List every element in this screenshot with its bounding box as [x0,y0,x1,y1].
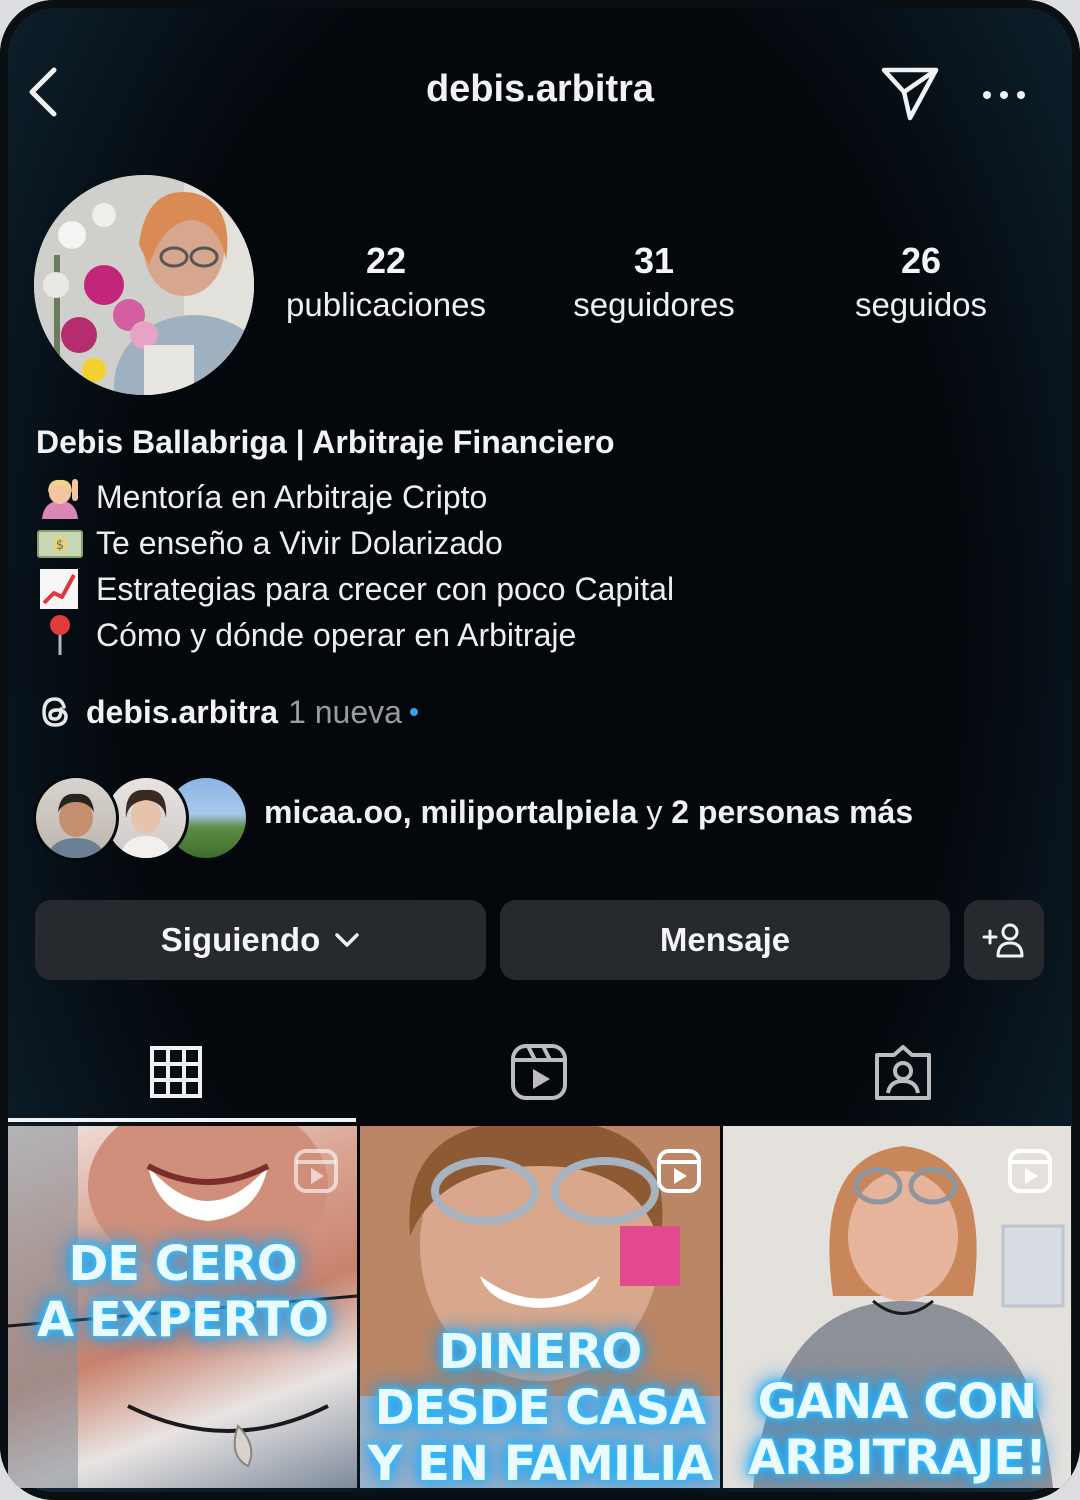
bio-line: Estrategias para crecer con poco Capital [36,566,674,612]
reels-icon [511,1044,567,1100]
profile-screen: debis.arbitra 22 publicaciones 31 seguid… [0,0,1080,1500]
post-caption: GANA CON ARBITRAJE! [723,1374,1071,1486]
ellipsis-icon [983,91,1025,99]
caption-line: DINERO [438,1324,642,1380]
tab-posts-grid[interactable] [116,1030,236,1114]
full-name: Debis Ballabriga | Arbitraje Financiero [36,424,615,460]
stat-posts[interactable]: 22 publicaciones [256,238,516,326]
bio-text: Te enseño a Vivir Dolarizado [96,524,503,561]
send-message-button[interactable] [880,64,942,124]
follower-avatar[interactable] [33,775,119,861]
post-thumbnail[interactable]: GANA CON ARBITRAJE! [723,1126,1071,1488]
reel-badge-icon [657,1149,701,1193]
message-button[interactable]: Mensaje [500,900,950,980]
post-thumbnail[interactable]: DE CERO A EXPERTO [8,1126,357,1488]
followed-by-connector: y [646,794,663,830]
message-label: Mensaje [659,921,791,958]
threads-new-count: 1 nueva [288,693,402,730]
tab-reels[interactable] [479,1030,599,1114]
new-indicator-dot [409,708,418,716]
threads-handle: debis.arbitra [86,693,279,730]
bio-text: Cómo y dónde operar en Arbitraje [96,616,577,653]
caption-line: GANA CON [757,1374,1038,1430]
post-thumbnail[interactable]: DINERO DESDE CASA Y EN FAMILIA [360,1126,720,1488]
threads-link[interactable]: debis.arbitra 1 nueva [36,688,418,736]
stat-following[interactable]: 26 seguidos [791,238,1051,326]
stat-followers[interactable]: 31 seguidores [524,238,784,326]
bio-text: Estrategias para crecer con poco Capital [96,570,675,607]
caption-line: DE CERO [68,1236,297,1292]
caption-line: DESDE CASA [374,1380,707,1436]
tagged-person-icon [875,1045,931,1100]
svg-text:$: $ [56,538,64,553]
stat-value: 26 [900,240,942,281]
caption-line: Y EN FAMILIA [367,1436,714,1488]
followed-by-text[interactable]: micaa.oo, miliportalpiela y 2 personas m… [264,794,913,831]
round-pushpin-icon [36,613,84,657]
reel-badge-icon [1008,1149,1052,1193]
stat-value: 31 [633,240,675,281]
bio-line: $ Te enseño a Vivir Dolarizado [36,520,503,566]
post-caption: DINERO DESDE CASA Y EN FAMILIA [360,1324,720,1488]
caption-line: A EXPERTO [37,1292,329,1348]
followed-by-names: micaa.oo, miliportalpiela [264,794,638,830]
threads-icon [42,697,68,727]
bio-text: Mentoría en Arbitraje Cripto [96,478,488,515]
stat-value: 22 [365,240,407,281]
post-caption: DE CERO A EXPERTO [8,1236,357,1348]
suggested-accounts-button[interactable] [964,900,1044,980]
caption-line: ARBITRAJE! [748,1430,1047,1486]
profile-avatar[interactable] [34,175,254,395]
reel-badge-icon [294,1149,338,1193]
stat-label: publicaciones [286,286,486,323]
active-tab-indicator [8,1118,356,1122]
chevron-down-icon [335,933,359,947]
chart-increasing-icon [36,567,84,611]
grid-icon [150,1046,202,1098]
add-person-icon [982,923,1024,958]
more-options-button[interactable] [978,80,1030,110]
paper-plane-icon [881,67,939,121]
dollar-banknote-icon: $ [36,521,84,565]
following-label: Siguiendo [160,921,321,958]
bio-line: Cómo y dónde operar en Arbitraje [36,612,576,658]
person-raising-hand-icon [36,475,84,519]
stat-label: seguidos [854,286,988,323]
follower-photo [46,793,106,858]
tab-tagged[interactable] [843,1030,963,1114]
avatar-photo [34,175,254,395]
following-button[interactable]: Siguiendo [35,900,486,980]
stat-label: seguidores [573,286,735,323]
followed-by-more: 2 personas más [671,794,914,830]
bio-line: Mentoría en Arbitraje Cripto [36,474,487,520]
